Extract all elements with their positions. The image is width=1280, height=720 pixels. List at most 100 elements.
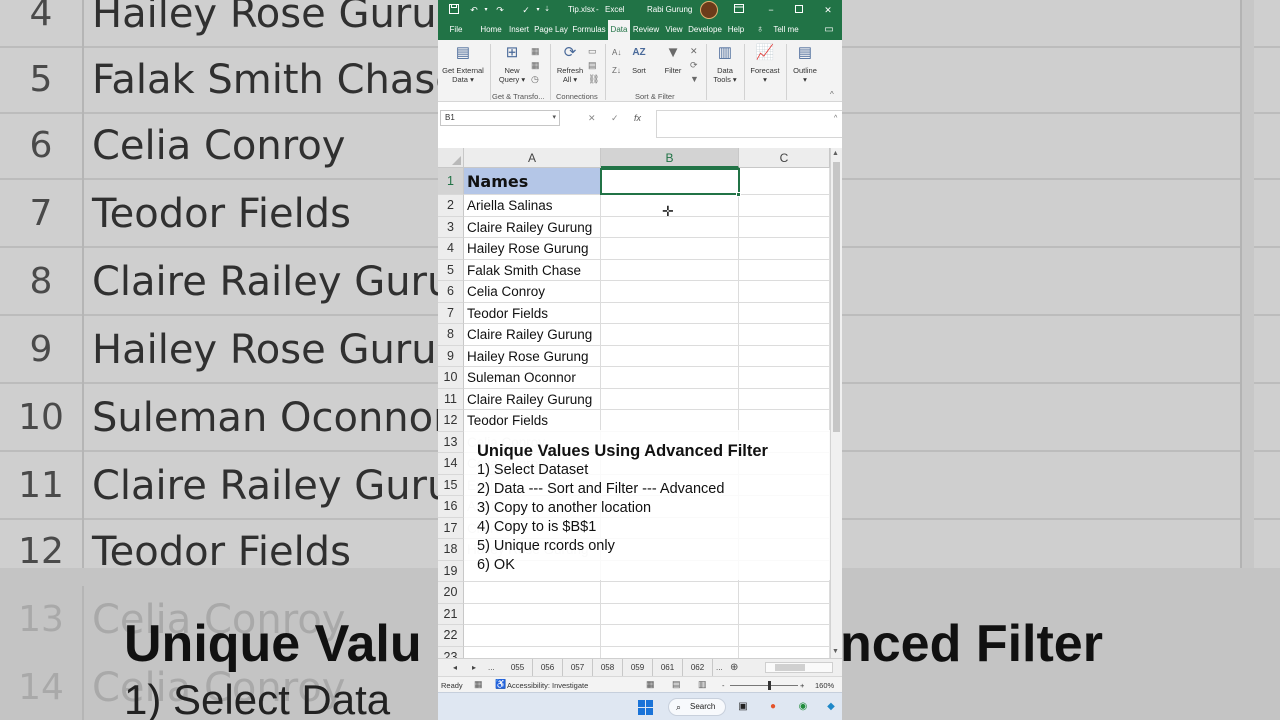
normal-view-icon[interactable]: ▦ bbox=[646, 679, 655, 690]
zoom-out-button[interactable]: - bbox=[722, 681, 725, 690]
advanced-filter-icon[interactable]: ▼ bbox=[690, 74, 699, 84]
row-header[interactable]: 12 bbox=[438, 410, 464, 432]
lightbulb-icon[interactable]: ♁ bbox=[754, 20, 766, 40]
properties-icon[interactable]: ▤ bbox=[588, 60, 597, 70]
next-sheet-icon[interactable]: ▸ bbox=[472, 659, 476, 677]
filter-button[interactable]: ▼ Filter bbox=[660, 42, 686, 75]
connections-icon[interactable]: ▭ bbox=[588, 46, 597, 56]
cell[interactable] bbox=[601, 281, 739, 303]
windows-start-icon[interactable] bbox=[638, 700, 653, 715]
sheet-tab[interactable]: 061 bbox=[653, 659, 683, 677]
task-view-icon[interactable]: ▣ bbox=[736, 699, 750, 715]
horizontal-scrollbar[interactable] bbox=[765, 662, 833, 673]
new-query-button[interactable]: ⊞ New Query ▾ bbox=[494, 42, 530, 84]
cell[interactable] bbox=[601, 324, 739, 346]
row-header[interactable]: 23 bbox=[438, 646, 464, 658]
row-header[interactable]: 6 bbox=[438, 281, 464, 303]
cell[interactable] bbox=[739, 195, 830, 217]
cell-name[interactable]: Claire Railey Gurung bbox=[464, 216, 601, 238]
row-header[interactable]: 2 bbox=[438, 195, 464, 217]
fill-handle[interactable] bbox=[736, 192, 741, 197]
row-header[interactable]: 20 bbox=[438, 582, 464, 604]
tab-data[interactable]: Data bbox=[608, 20, 630, 40]
cell[interactable] bbox=[601, 216, 739, 238]
row-header[interactable]: 19 bbox=[438, 560, 464, 582]
cell[interactable] bbox=[739, 238, 830, 260]
chevron-down-icon[interactable]: ▾ bbox=[552, 111, 556, 125]
cell[interactable] bbox=[601, 367, 739, 389]
row-header[interactable]: 3 bbox=[438, 216, 464, 238]
accessibility-icon[interactable]: ♿ bbox=[495, 679, 506, 690]
sort-za-icon[interactable]: Z↓ bbox=[612, 66, 621, 76]
row-header[interactable]: 5 bbox=[438, 259, 464, 281]
sheet-tab[interactable]: 062 bbox=[683, 659, 713, 677]
formula-input[interactable] bbox=[656, 110, 842, 138]
zoom-slider-knob[interactable] bbox=[768, 681, 771, 690]
app-icon[interactable]: ◆ bbox=[824, 699, 838, 715]
sort-button[interactable]: AZ Sort bbox=[626, 42, 652, 75]
enter-icon[interactable]: ✓ bbox=[611, 110, 619, 126]
row-header[interactable]: 16 bbox=[438, 496, 464, 518]
cell[interactable] bbox=[739, 216, 830, 238]
cell[interactable] bbox=[601, 603, 739, 625]
column-header-c[interactable]: C bbox=[739, 148, 830, 168]
cell[interactable] bbox=[601, 625, 739, 647]
get-external-data-button[interactable]: ▤ Get External Data ▾ bbox=[441, 42, 485, 84]
tab-formulas[interactable]: Formulas bbox=[571, 20, 607, 40]
chrome-icon[interactable]: ◉ bbox=[796, 699, 810, 715]
tab-view[interactable]: View bbox=[664, 20, 684, 40]
page-break-view-icon[interactable]: ▥ bbox=[698, 679, 707, 690]
cell-name[interactable]: Claire Railey Gurung bbox=[464, 388, 601, 410]
row-header[interactable]: 10 bbox=[438, 367, 464, 389]
cell[interactable] bbox=[601, 410, 739, 432]
cell-name[interactable] bbox=[464, 603, 601, 625]
undo-icon[interactable]: ↶ bbox=[468, 4, 480, 16]
cell-name[interactable] bbox=[464, 582, 601, 604]
sheets-ellipsis-left[interactable]: ... bbox=[488, 659, 495, 677]
zoom-in-button[interactable]: + bbox=[800, 681, 804, 690]
tab-developer[interactable]: Develope bbox=[688, 20, 722, 40]
tab-review[interactable]: Review bbox=[632, 20, 660, 40]
customize-icon[interactable]: ⇣ bbox=[541, 4, 553, 16]
macro-record-icon[interactable]: ▦ bbox=[474, 679, 483, 690]
row-header[interactable]: 4 bbox=[438, 238, 464, 260]
tab-page-layout[interactable]: Page Lay bbox=[534, 20, 568, 40]
cell[interactable] bbox=[601, 302, 739, 324]
row-header[interactable]: 14 bbox=[438, 453, 464, 475]
insert-function-icon[interactable]: fx bbox=[634, 110, 641, 126]
close-icon[interactable]: ✕ bbox=[822, 4, 834, 16]
scroll-down-icon[interactable]: ▼ bbox=[832, 648, 839, 655]
scroll-thumb[interactable] bbox=[775, 664, 805, 671]
tab-tell-me[interactable]: Tell me bbox=[770, 20, 802, 40]
refresh-all-button[interactable]: ⟳ Refresh All ▾ bbox=[552, 42, 588, 84]
row-header[interactable]: 7 bbox=[438, 302, 464, 324]
page-layout-view-icon[interactable]: ▤ bbox=[672, 679, 681, 690]
cell[interactable] bbox=[739, 367, 830, 389]
row-header[interactable]: 13 bbox=[438, 431, 464, 453]
sheet-tab[interactable]: 056 bbox=[533, 659, 563, 677]
cell[interactable] bbox=[601, 345, 739, 367]
cell-name[interactable]: Suleman Oconnor bbox=[464, 367, 601, 389]
vertical-scrollbar[interactable]: ▲ ▼ bbox=[830, 148, 842, 658]
cell[interactable] bbox=[601, 582, 739, 604]
recent-sources-icon[interactable]: ◷ bbox=[531, 74, 539, 84]
tab-home[interactable]: Home bbox=[478, 20, 504, 40]
cancel-icon[interactable]: ✕ bbox=[588, 110, 596, 126]
column-header-b[interactable]: B bbox=[601, 148, 739, 168]
row-header[interactable]: 9 bbox=[438, 345, 464, 367]
edit-links-icon[interactable]: ⛓ bbox=[588, 74, 599, 84]
zoom-slider[interactable] bbox=[730, 685, 798, 686]
cell[interactable] bbox=[601, 388, 739, 410]
row-header[interactable]: 15 bbox=[438, 474, 464, 496]
column-header-a[interactable]: A bbox=[464, 148, 601, 168]
redo-icon[interactable]: ↷ bbox=[494, 4, 506, 16]
sheet-tab[interactable]: 055 bbox=[503, 659, 533, 677]
firefox-icon[interactable]: ● bbox=[766, 699, 780, 715]
cell[interactable] bbox=[739, 646, 830, 658]
row-header[interactable]: 21 bbox=[438, 603, 464, 625]
sheet-tab[interactable]: 058 bbox=[593, 659, 623, 677]
reapply-icon[interactable]: ⟳ bbox=[690, 60, 698, 70]
cell-name[interactable]: Falak Smith Chase bbox=[464, 259, 601, 281]
row-header[interactable]: 1 bbox=[438, 168, 464, 195]
cell-name[interactable] bbox=[464, 646, 601, 658]
